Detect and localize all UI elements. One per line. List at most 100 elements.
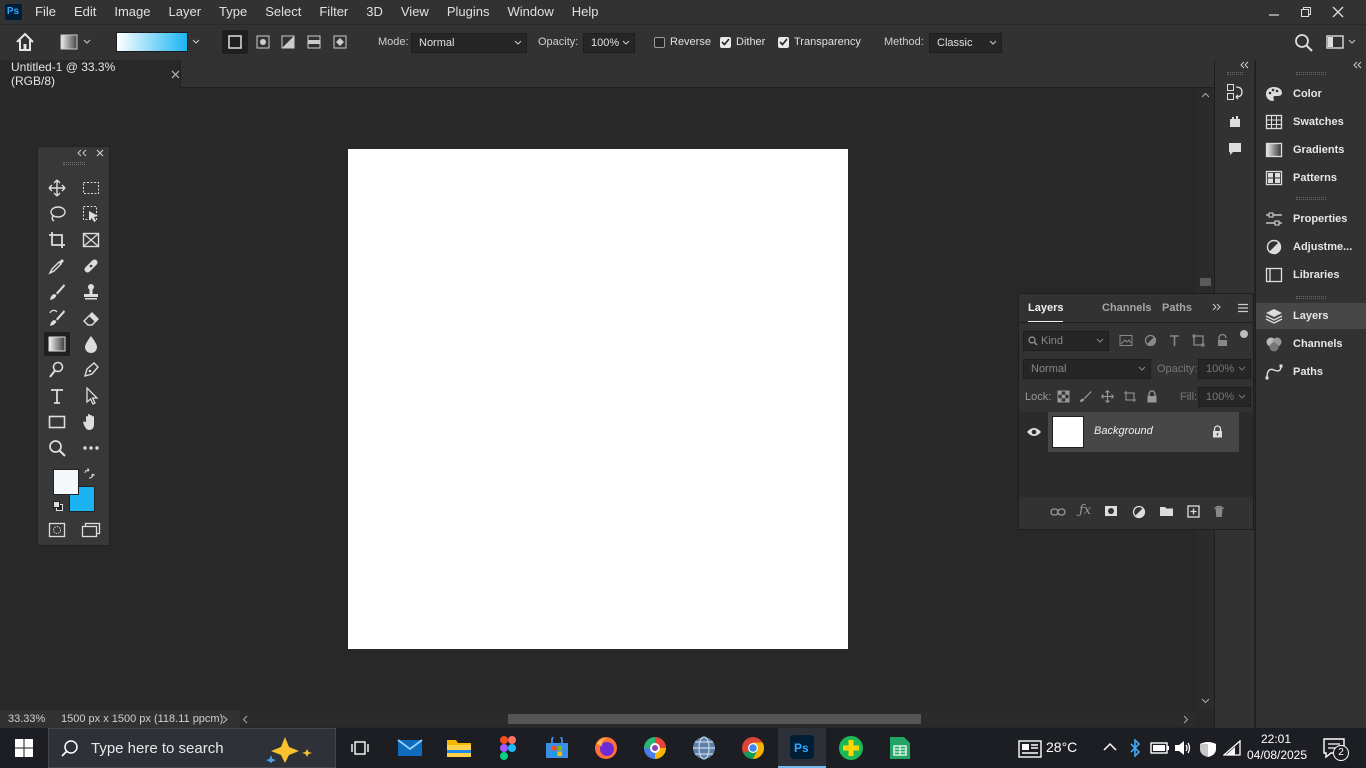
history-panel-icon[interactable] (1226, 83, 1244, 101)
volume-speaker-icon[interactable] (1174, 740, 1192, 756)
menu-plugins[interactable]: Plugins (438, 0, 499, 24)
menu-type[interactable]: Type (210, 0, 256, 24)
healing-brush-tool-icon[interactable] (78, 254, 104, 278)
collapse-panels-icon[interactable] (1239, 61, 1249, 69)
quick-mask-icon[interactable] (44, 518, 70, 542)
layer-thumbnail[interactable] (1052, 416, 1084, 448)
foreground-color-swatch[interactable] (53, 469, 79, 495)
spreadsheet-app-icon[interactable] (876, 728, 924, 768)
swatches-panel-button[interactable]: Swatches (1256, 109, 1366, 135)
paths-panel-button[interactable]: Paths (1256, 359, 1366, 385)
menu-window[interactable]: Window (498, 0, 562, 24)
home-icon[interactable] (14, 31, 36, 53)
brush-tool-icon[interactable] (44, 280, 70, 304)
linear-gradient-button[interactable] (222, 30, 248, 54)
panel-menu-icon[interactable] (1237, 303, 1249, 313)
document-canvas[interactable] (348, 149, 848, 649)
eye-visibility-icon[interactable] (1026, 426, 1042, 438)
gradient-picker-chevron-icon[interactable] (189, 32, 203, 52)
menu-view[interactable]: View (392, 0, 438, 24)
frame-tool-icon[interactable] (78, 228, 104, 252)
restore-icon[interactable] (1290, 0, 1322, 24)
patterns-panel-button[interactable]: Patterns (1256, 165, 1366, 191)
menu-edit[interactable]: Edit (65, 0, 105, 24)
layer-row[interactable]: Background (1019, 412, 1239, 452)
photoshop-taskbar-icon[interactable]: Ps (778, 728, 826, 768)
file-explorer-icon[interactable] (435, 728, 483, 768)
show-hidden-icons-chevron-icon[interactable] (1103, 742, 1117, 752)
lock-transparent-pixels-icon[interactable] (1057, 390, 1070, 403)
reverse-checkbox[interactable]: Reverse (654, 36, 711, 48)
layer-name[interactable]: Background (1094, 425, 1153, 437)
lock-all-icon[interactable] (1146, 390, 1158, 403)
mail-app-icon[interactable] (386, 728, 434, 768)
filter-smart-object-icon[interactable] (1216, 334, 1229, 347)
menu-layer[interactable]: Layer (160, 0, 211, 24)
plus-app-icon[interactable] (827, 728, 875, 768)
blur-tool-icon[interactable] (78, 332, 104, 356)
bluetooth-icon[interactable] (1129, 739, 1141, 757)
scroll-up-icon[interactable] (1201, 92, 1210, 98)
clock-time[interactable]: 22:01 (1252, 732, 1300, 746)
opacity-field[interactable]: 100% (583, 33, 635, 53)
channels-panel-button[interactable]: Channels (1256, 331, 1366, 357)
move-tool-icon[interactable] (44, 176, 70, 200)
photoshop-logo-icon[interactable]: Ps (0, 0, 26, 24)
vertical-scroll-thumb[interactable] (1200, 278, 1211, 286)
panel-grip[interactable] (1296, 197, 1326, 200)
close-toolbox-icon[interactable] (96, 149, 104, 157)
network-wifi-icon[interactable] (1223, 740, 1241, 756)
tab-paths[interactable]: Paths (1162, 294, 1192, 322)
menu-file[interactable]: File (26, 0, 65, 24)
document-tab[interactable]: Untitled-1 @ 33.3% (RGB/8) (0, 60, 181, 88)
menu-select[interactable]: Select (256, 0, 310, 24)
lasso-tool-icon[interactable] (44, 202, 70, 226)
gradients-panel-button[interactable]: Gradients (1256, 137, 1366, 163)
rectangular-marquee-tool-icon[interactable] (78, 176, 104, 200)
news-widget-icon[interactable] (1018, 740, 1042, 758)
lock-image-pixels-icon[interactable] (1079, 390, 1092, 403)
globe-app-icon[interactable] (680, 728, 728, 768)
layer-lock-icon[interactable] (1212, 425, 1223, 438)
history-brush-tool-icon[interactable] (44, 306, 70, 330)
libraries-panel-button[interactable]: Libraries (1256, 262, 1366, 288)
reverse-checkbox-box[interactable] (654, 36, 665, 48)
diamond-gradient-button[interactable] (328, 30, 352, 54)
scroll-left-icon[interactable] (242, 715, 248, 724)
panel-grip[interactable] (1296, 72, 1326, 75)
fill-field[interactable]: 100% (1198, 387, 1251, 407)
dither-checkbox[interactable]: Dither (720, 36, 765, 48)
clock-date[interactable]: 04/08/2025 (1246, 748, 1308, 762)
rectangle-tool-icon[interactable] (44, 410, 70, 434)
panel-grip[interactable] (1227, 72, 1243, 75)
firefox-browser-icon[interactable] (582, 728, 630, 768)
new-adjustment-layer-icon[interactable] (1132, 505, 1146, 519)
transparency-checkbox-box[interactable] (778, 36, 789, 48)
mode-dropdown[interactable]: Normal (411, 33, 527, 53)
collapse-toolbox-icon[interactable] (76, 149, 88, 157)
properties-panel-button[interactable]: Properties (1256, 206, 1366, 232)
search-icon[interactable] (1294, 33, 1314, 53)
menu-help[interactable]: Help (563, 0, 608, 24)
collapse-layers-panel-icon[interactable] (1212, 303, 1222, 311)
filter-type-icon[interactable] (1168, 334, 1181, 347)
windows-start-icon[interactable] (0, 728, 48, 768)
lock-artboard-icon[interactable] (1123, 390, 1137, 403)
filter-shape-icon[interactable] (1192, 334, 1205, 347)
horizontal-scroll-thumb[interactable] (508, 714, 921, 724)
menu-filter[interactable]: Filter (310, 0, 357, 24)
filter-adjustment-icon[interactable] (1144, 334, 1157, 347)
comments-panel-icon[interactable] (1228, 142, 1242, 156)
path-selection-tool-icon[interactable] (78, 384, 104, 408)
menu-3d[interactable]: 3D (357, 0, 392, 24)
new-layer-icon[interactable] (1187, 505, 1200, 518)
radial-gradient-button[interactable] (251, 30, 275, 54)
panel-grip[interactable] (1296, 296, 1326, 299)
close-tab-icon[interactable] (171, 70, 180, 79)
menu-image[interactable]: Image (105, 0, 159, 24)
angle-gradient-button[interactable] (276, 30, 300, 54)
dither-checkbox-box[interactable] (720, 36, 731, 48)
taskbar-search-box[interactable]: Type here to search (48, 728, 336, 768)
battery-icon[interactable] (1150, 740, 1170, 756)
object-selection-tool-icon[interactable] (78, 202, 104, 226)
